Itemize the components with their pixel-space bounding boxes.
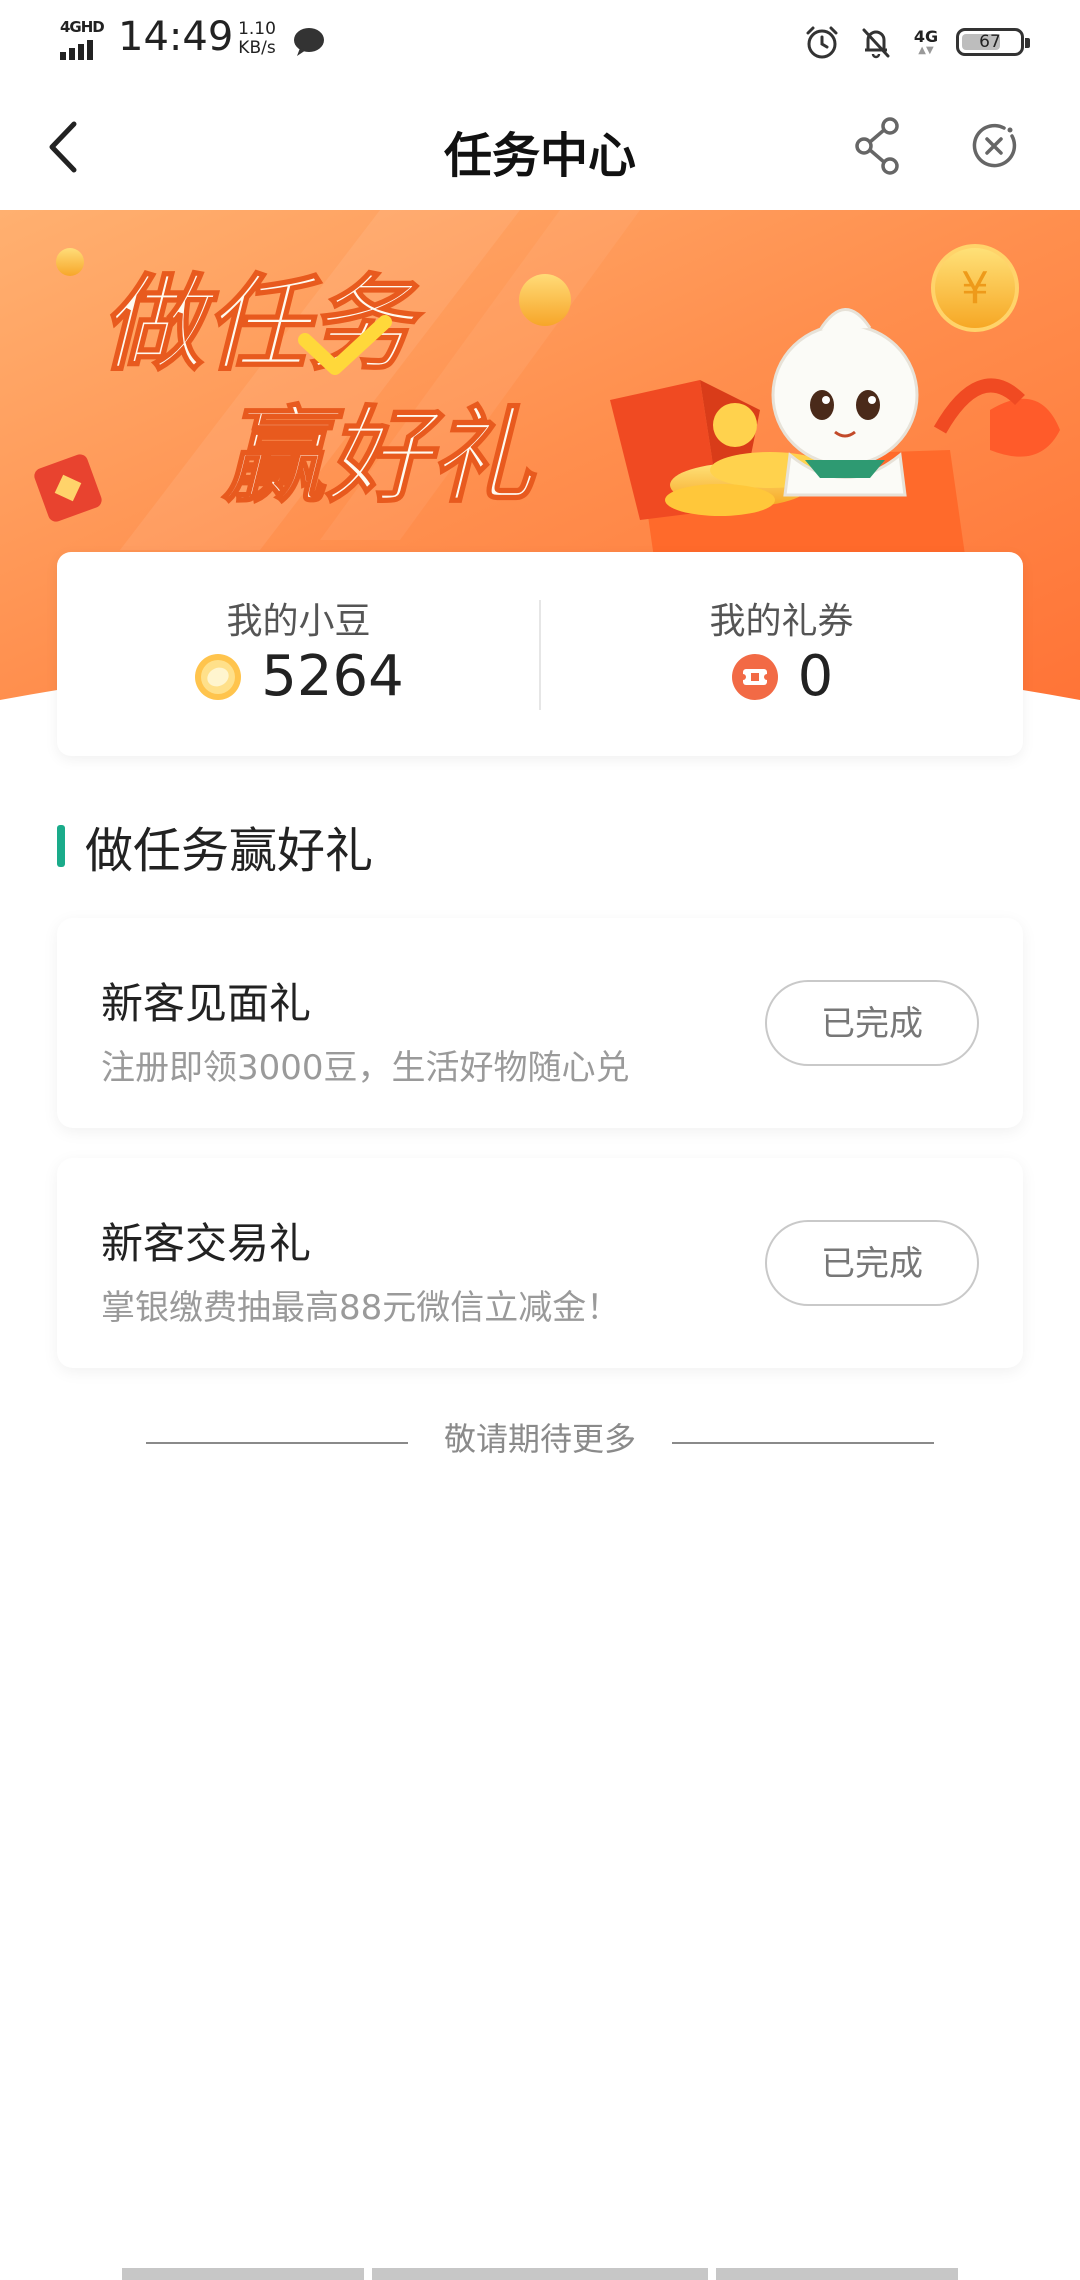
network-type-label: 4GHD [60, 18, 105, 36]
coupon-icon [731, 653, 778, 700]
close-miniprogram-icon[interactable] [966, 118, 1022, 174]
svg-text:¥: ¥ [961, 263, 989, 314]
network-speed-value: 1.10 [238, 19, 276, 39]
share-icon[interactable] [850, 114, 906, 178]
task-title: 新客交易礼 [101, 1219, 312, 1268]
beans-label: 我的小豆 [226, 601, 371, 642]
coupons-label: 我的礼券 [709, 601, 854, 642]
task-card: 新客交易礼 掌银缴费抽最高88元微信立减金！ 已完成 [57, 1158, 1023, 1368]
task-status-button[interactable]: 已完成 [765, 1220, 979, 1306]
nav-gesture-bar-center[interactable] [372, 2268, 708, 2280]
task-card: 新客见面礼 注册即领3000豆，生活好物随心兑 已完成 [57, 918, 1023, 1128]
nav-gesture-bar-right [716, 2268, 958, 2280]
banner-headline-line2: 赢好礼 [221, 395, 537, 517]
task-title: 新客见面礼 [101, 979, 312, 1028]
battery-percent: 67 [979, 32, 1001, 52]
task-status-button[interactable]: 已完成 [765, 980, 979, 1066]
alarm-icon [806, 26, 838, 59]
signal-icon [60, 40, 96, 60]
section-title: 做任务赢好礼 [85, 823, 374, 879]
status-time: 14:49 [118, 14, 234, 60]
coupons-value: 0 [797, 644, 834, 709]
task-description: 注册即领3000豆，生活好物随心兑 [101, 1048, 630, 1088]
nav-bar: 任务中心 [0, 84, 1080, 210]
battery-icon: 67 [956, 28, 1030, 56]
mute-bell-icon [862, 28, 890, 59]
beans-value: 5264 [261, 644, 404, 709]
beans-summary[interactable]: 我的小豆 5264 [57, 552, 540, 756]
section-accent-bar [57, 825, 65, 867]
network-speed: 1.10 KB/s [232, 20, 282, 58]
mobile-data-label: 4G [913, 27, 939, 46]
mobile-data-indicator: 4G ▲▼ [910, 28, 942, 56]
section-header: 做任务赢好礼 [57, 816, 373, 879]
nav-gesture-bar-left [122, 2268, 364, 2280]
task-description: 掌银缴费抽最高88元微信立减金！ [101, 1288, 621, 1328]
cellular-signal: 4GHD [58, 18, 106, 62]
coupons-summary[interactable]: 我的礼券 0 [540, 552, 1023, 756]
more-coming-divider: 敬请期待更多 [146, 1410, 934, 1460]
network-speed-unit: KB/s [238, 38, 276, 58]
more-coming-text: 敬请期待更多 [443, 1420, 636, 1458]
page-title: 任务中心 [443, 128, 636, 184]
status-bar: 4GHD 14:49 1.10 KB/s 4G ▲▼ 67 [0, 0, 1080, 84]
assets-summary-card: 我的小豆 5264 我的礼券 0 [57, 552, 1023, 756]
bean-coin-icon [195, 653, 242, 700]
coin-icon: ¥ [931, 244, 1019, 332]
divider-line-right [672, 1442, 934, 1444]
wechat-icon [294, 28, 324, 56]
